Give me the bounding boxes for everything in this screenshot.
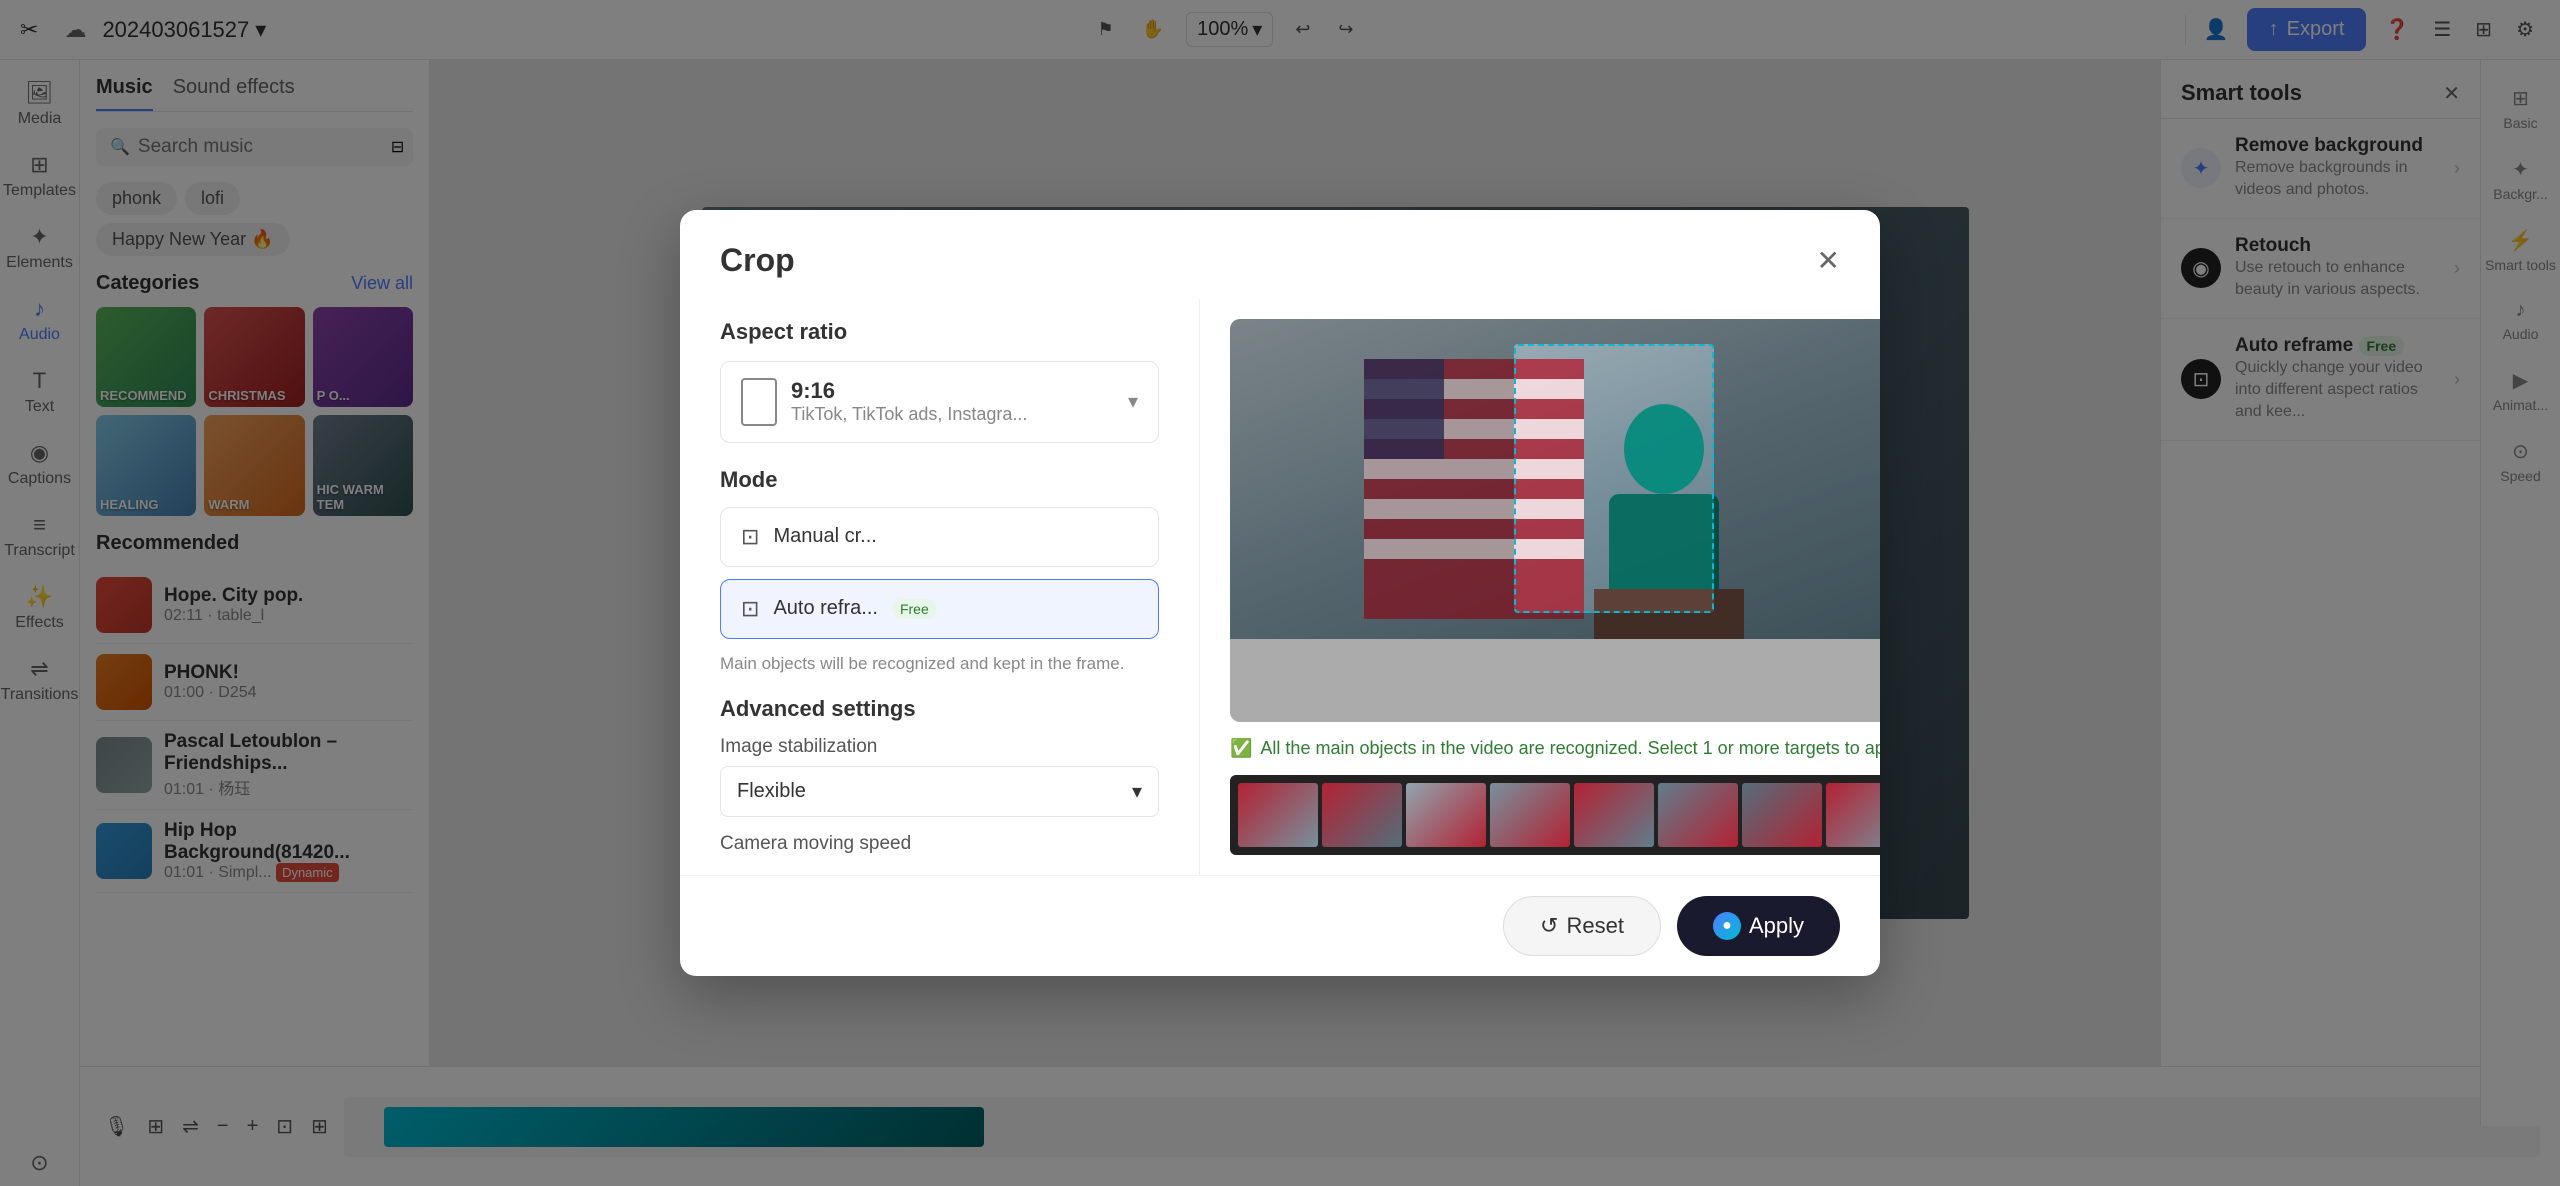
film-frame (1238, 783, 1318, 847)
status-text: All the main objects in the video are re… (1260, 738, 1880, 759)
chevron-down-icon: ▾ (1128, 389, 1138, 414)
modal-body: Aspect ratio 9:16 TikTok, TikTok ads, In… (680, 299, 1880, 876)
modal-left-panel: Aspect ratio 9:16 TikTok, TikTok ads, In… (680, 299, 1200, 876)
auto-reframe-mode-icon: ⊡ (741, 596, 759, 622)
aspect-info: 9:16 TikTok, TikTok ads, Instagra... (791, 378, 1114, 425)
advanced-label: Advanced settings (720, 696, 1159, 722)
manual-crop-icon: ⊡ (741, 524, 759, 550)
modal-right-panel: ✅ All the main objects in the video are … (1200, 299, 1880, 876)
film-frame (1574, 783, 1654, 847)
mode-auto-label: Auto refra... (773, 597, 878, 620)
modal-header: Crop ✕ (680, 210, 1880, 299)
crop-selection-box[interactable] (1514, 344, 1714, 613)
preview-image (1230, 319, 1880, 639)
chevron-down-icon: ▾ (1132, 779, 1142, 804)
modal-footer: ↺ Reset ● Apply (680, 875, 1880, 976)
modal-title: Crop (720, 242, 795, 279)
film-frame (1826, 783, 1880, 847)
film-frame (1742, 783, 1822, 847)
apply-button[interactable]: ● Apply (1677, 896, 1840, 956)
mode-auto-reframe[interactable]: ⊡ Auto refra... Free (720, 579, 1159, 639)
reset-icon: ↺ (1540, 913, 1558, 939)
mode-manual[interactable]: ⊡ Manual cr... (720, 507, 1159, 567)
mode-label: Mode (720, 467, 1159, 493)
modal-overlay[interactable]: Crop ✕ Aspect ratio 9:16 TikTok, TikTok … (0, 0, 2560, 1186)
camera-speed-label: Camera moving speed (720, 833, 1159, 855)
film-frame (1406, 783, 1486, 847)
check-icon: ✅ (1230, 738, 1252, 759)
status-bar: ✅ All the main objects in the video are … (1230, 738, 1880, 759)
reset-button[interactable]: ↺ Reset (1503, 896, 1661, 956)
free-badge: Free (892, 599, 937, 619)
film-strip (1230, 775, 1880, 855)
modal-close-button[interactable]: ✕ (1817, 244, 1840, 277)
aspect-ratio-label: Aspect ratio (720, 319, 1159, 345)
preview-area (1230, 319, 1880, 723)
film-frame (1322, 783, 1402, 847)
aspect-ratio-selector[interactable]: 9:16 TikTok, TikTok ads, Instagra... ▾ (720, 361, 1159, 443)
film-frame (1490, 783, 1570, 847)
apply-icon: ● (1713, 912, 1741, 940)
app-container: ✂ ☁ 202403061527 ▾ ⚑ ✋ 100% ▾ ↩ ↪ 👤 ↑ Ex… (0, 0, 2560, 1186)
film-frame (1658, 783, 1738, 847)
aspect-ratio-desc: TikTok, TikTok ads, Instagra... (791, 404, 1114, 425)
image-stabilization-label: Image stabilization (720, 736, 1159, 758)
mode-hint: Main objects will be recognized and kept… (720, 651, 1159, 677)
crop-modal: Crop ✕ Aspect ratio 9:16 TikTok, TikTok … (680, 210, 1880, 977)
aspect-ratio-value: 9:16 (791, 378, 1114, 404)
stabilization-dropdown[interactable]: Flexible ▾ (720, 766, 1159, 817)
mode-manual-label: Manual cr... (773, 525, 876, 548)
aspect-icon (741, 378, 777, 426)
